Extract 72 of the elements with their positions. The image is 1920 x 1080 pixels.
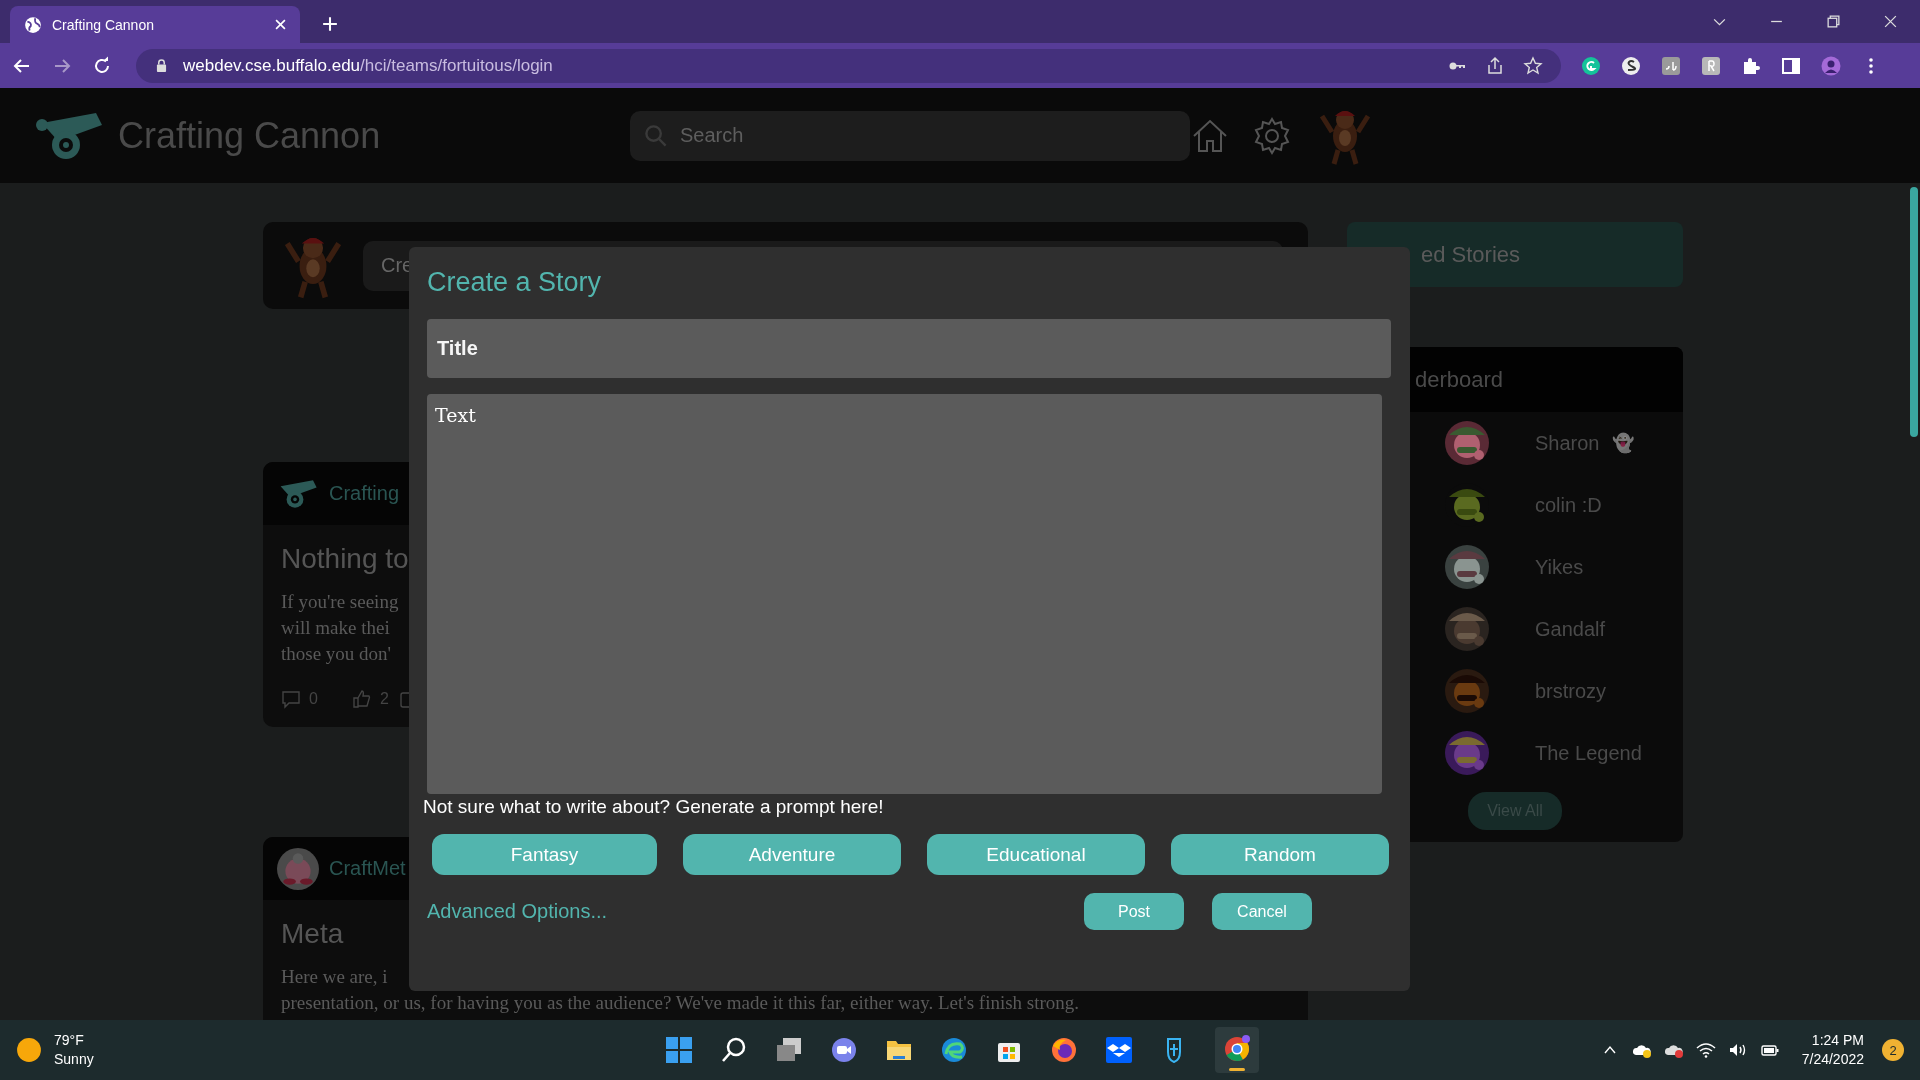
clock-time[interactable]: 1:24 PM <box>1811 1031 1864 1050</box>
wifi-icon[interactable] <box>1695 1042 1716 1058</box>
reload-icon[interactable] <box>92 55 112 76</box>
lock-icon <box>156 59 167 72</box>
advanced-options-link[interactable]: Advanced Options... <box>427 900 608 923</box>
profile-icon[interactable] <box>1821 55 1841 76</box>
sun-icon <box>16 1037 42 1063</box>
settings-icon[interactable] <box>1252 115 1292 156</box>
share-icon[interactable] <box>1485 55 1505 76</box>
address-bar[interactable]: webdev.cse.buffalo.edu/hci/teams/fortuitous/login <box>136 48 1561 83</box>
prompt-hint: Not sure what to write about? Generate a prompt here! <box>423 796 885 819</box>
fox-icon[interactable] <box>1050 1036 1078 1064</box>
extension-icon[interactable] <box>1661 55 1681 76</box>
star-icon[interactable] <box>1523 55 1543 76</box>
browser-tab[interactable]: Crafting Cannon <box>10 6 300 43</box>
task-view-icon[interactable] <box>775 1036 803 1064</box>
user-name[interactable]: Yikes <box>1535 555 1584 579</box>
temperature: 79°F <box>54 1031 85 1050</box>
extension-icon[interactable] <box>1581 55 1601 76</box>
taskbar-app[interactable] <box>1215 1027 1259 1073</box>
scrollbar-thumb[interactable] <box>1910 187 1918 437</box>
genre-button[interactable]: Adventure <box>683 834 901 875</box>
search-icon <box>644 123 668 148</box>
leaderboard-title: derboard <box>1415 366 1504 393</box>
search-icon[interactable] <box>720 1036 748 1064</box>
post-text: presentation, or us, for having you as the audience? We've made it this far, either way. Let's finish strong. <box>281 991 1081 1015</box>
author-name[interactable]: CraftMet <box>329 857 406 880</box>
thumbs-up-icon[interactable] <box>351 689 372 709</box>
genre-button[interactable]: Educational <box>927 834 1145 875</box>
box-icon[interactable] <box>1105 1036 1133 1064</box>
globe-icon <box>24 15 42 34</box>
speaker-icon[interactable] <box>1727 1042 1748 1058</box>
ghost-emoji: 👻 <box>1611 432 1634 454</box>
user-name[interactable]: The Legend <box>1535 741 1642 765</box>
user-name[interactable]: brstrozy <box>1535 679 1607 703</box>
user-name[interactable]: Sharon <box>1535 431 1600 455</box>
post-title: Meta <box>281 918 345 950</box>
post-text: Here we are, i <box>281 965 389 989</box>
post-text: those you don' <box>281 642 393 666</box>
dialog-title: Create a Story <box>427 267 603 299</box>
user-name[interactable]: Gandalf <box>1535 617 1606 641</box>
extension-icon[interactable] <box>1621 55 1641 76</box>
clock-date[interactable]: 7/24/2022 <box>1801 1050 1864 1069</box>
start-icon[interactable] <box>665 1036 693 1064</box>
search-field[interactable]: Search <box>630 110 1190 161</box>
author-name[interactable]: Crafting <box>329 482 400 505</box>
weather-condition: Sunny <box>54 1050 94 1069</box>
restore-icon[interactable] <box>1826 14 1841 29</box>
user-name[interactable]: colin :D <box>1535 493 1602 517</box>
post-title: Nothing to <box>281 543 410 575</box>
cloud-icon[interactable] <box>1631 1042 1652 1058</box>
close-icon[interactable] <box>1883 14 1898 29</box>
post-text: If you're seeing <box>281 590 400 614</box>
post-button[interactable]: Post <box>1084 893 1184 930</box>
puzzle-icon[interactable] <box>1741 55 1761 76</box>
post-text: will make thei <box>281 616 391 640</box>
notification-badge[interactable]: 2 <box>1882 1039 1904 1061</box>
cloud-icon[interactable] <box>1663 1042 1684 1058</box>
cancel-button[interactable]: Cancel <box>1212 893 1312 930</box>
genre-button[interactable]: Fantasy <box>432 834 657 875</box>
brand-title[interactable]: Crafting Cannon <box>118 114 630 157</box>
chrome-icon <box>1223 1035 1251 1063</box>
url-text: webdev.cse.buffalo.edu/hci/teams/fortuitous/login <box>183 55 553 76</box>
side-panel-icon[interactable] <box>1781 55 1801 76</box>
extension-icon[interactable] <box>1701 55 1721 76</box>
browser-icon[interactable] <box>940 1036 968 1064</box>
text-field[interactable]: Text <box>427 394 1382 794</box>
title-field[interactable]: Title <box>427 319 1391 378</box>
chat-icon[interactable] <box>830 1036 858 1064</box>
new-tab-icon[interactable] <box>322 16 338 32</box>
battery-icon[interactable] <box>1759 1042 1780 1058</box>
genre-button[interactable]: Random <box>1171 834 1389 875</box>
